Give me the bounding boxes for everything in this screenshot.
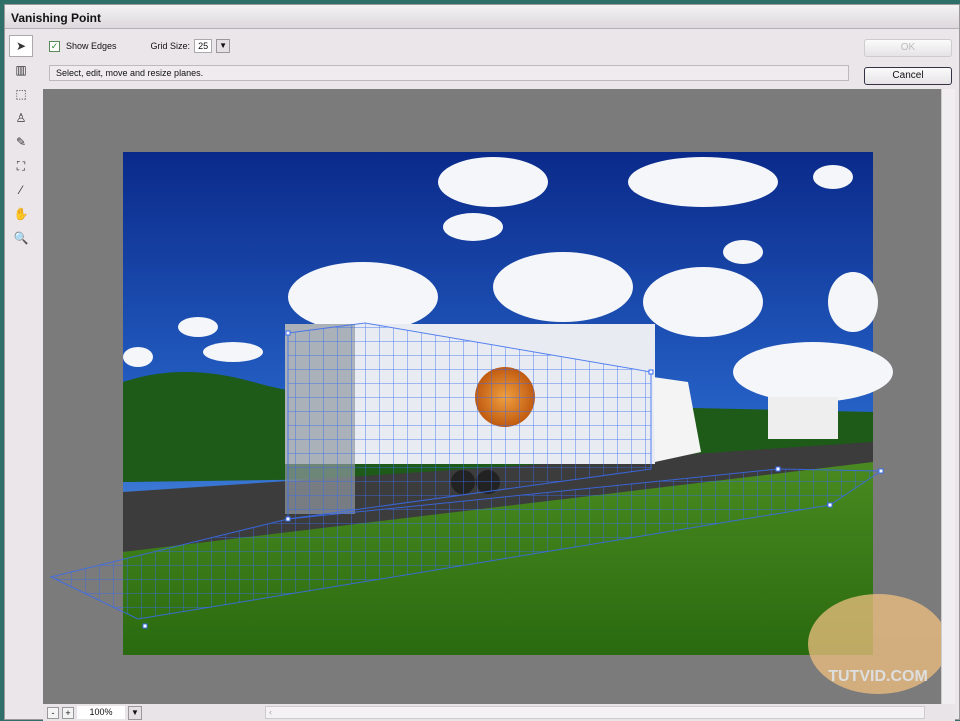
grid-size-label: Grid Size:: [150, 41, 191, 51]
ok-button[interactable]: OK: [864, 39, 952, 57]
marquee-tool-icon[interactable]: ⬚: [9, 83, 33, 105]
grid-size-dropdown-chevron-down-icon[interactable]: ▼: [216, 39, 231, 53]
brush-tool-icon[interactable]: ✎: [9, 131, 33, 153]
vanishing-point-dialog: Vanishing Point ➤ ▥ ⬚ ♙ ✎ ⛶ ⁄ ✋ 🔍 ✓ Show…: [4, 4, 960, 721]
dialog-title: Vanishing Point: [5, 5, 959, 29]
zoom-dropdown-chevron-down-icon[interactable]: ▼: [128, 705, 142, 720]
zoom-level-input[interactable]: 100%: [77, 706, 125, 719]
horizontal-scrollbar[interactable]: ‹: [265, 706, 925, 719]
hand-tool-icon[interactable]: ✋: [9, 203, 33, 225]
eyedropper-tool-icon[interactable]: ⁄: [9, 179, 33, 201]
cancel-button[interactable]: Cancel: [864, 67, 952, 85]
photo-preview: TUTVID.COM: [49, 152, 941, 694]
vertical-scrollbar[interactable]: [941, 89, 955, 704]
zoom-tool-icon[interactable]: 🔍: [9, 227, 33, 249]
show-edges-checkbox[interactable]: ✓: [49, 40, 60, 52]
distant-truck: [768, 397, 838, 439]
zoom-out-button[interactable]: -: [47, 706, 59, 719]
svg-text:TUTVID.COM: TUTVID.COM: [828, 668, 928, 685]
edit-plane-tool-icon[interactable]: ➤: [9, 35, 33, 57]
grid-size-input[interactable]: 25: [194, 39, 213, 53]
stamp-tool-icon[interactable]: ♙: [9, 107, 33, 129]
create-plane-tool-icon[interactable]: ▥: [9, 59, 33, 81]
show-edges-label: Show Edges: [66, 41, 117, 51]
status-bar: Select, edit, move and resize planes.: [49, 65, 849, 81]
preview-canvas[interactable]: TUTVID.COM: [43, 89, 941, 704]
zoom-in-button[interactable]: +: [62, 706, 74, 719]
transform-tool-icon[interactable]: ⛶: [9, 155, 33, 177]
toolbar: ➤ ▥ ⬚ ♙ ✎ ⛶ ⁄ ✋ 🔍: [9, 35, 39, 251]
zoom-bar: - + 100% ▼ ‹: [43, 704, 955, 721]
